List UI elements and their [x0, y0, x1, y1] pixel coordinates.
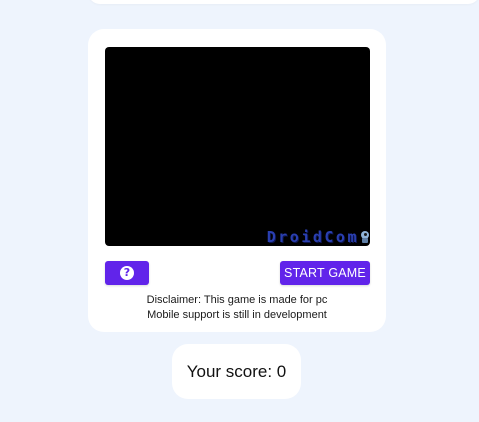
start-game-button[interactable]: START GAME: [280, 261, 370, 285]
disclaimer: Disclaimer: This game is made for pc Mob…: [88, 293, 386, 323]
logo-watermark: DroidCom: [267, 228, 370, 246]
disclaimer-line-2: Mobile support is still in development: [147, 309, 327, 321]
disclaimer-line-1: Disclaimer: This game is made for pc: [146, 294, 328, 306]
logo-text: DroidCom: [266, 228, 359, 246]
game-card: DroidCom ? START GAME Disclaimer: This g…: [88, 29, 386, 332]
mascot-icon: [360, 231, 370, 243]
score-card: Your score: 0: [172, 344, 301, 399]
top-card: [88, 0, 479, 4]
score-label: Your score: 0: [186, 361, 287, 381]
help-button[interactable]: ?: [105, 261, 149, 285]
game-canvas[interactable]: DroidCom: [105, 47, 370, 246]
question-circle-icon: ?: [120, 266, 134, 280]
